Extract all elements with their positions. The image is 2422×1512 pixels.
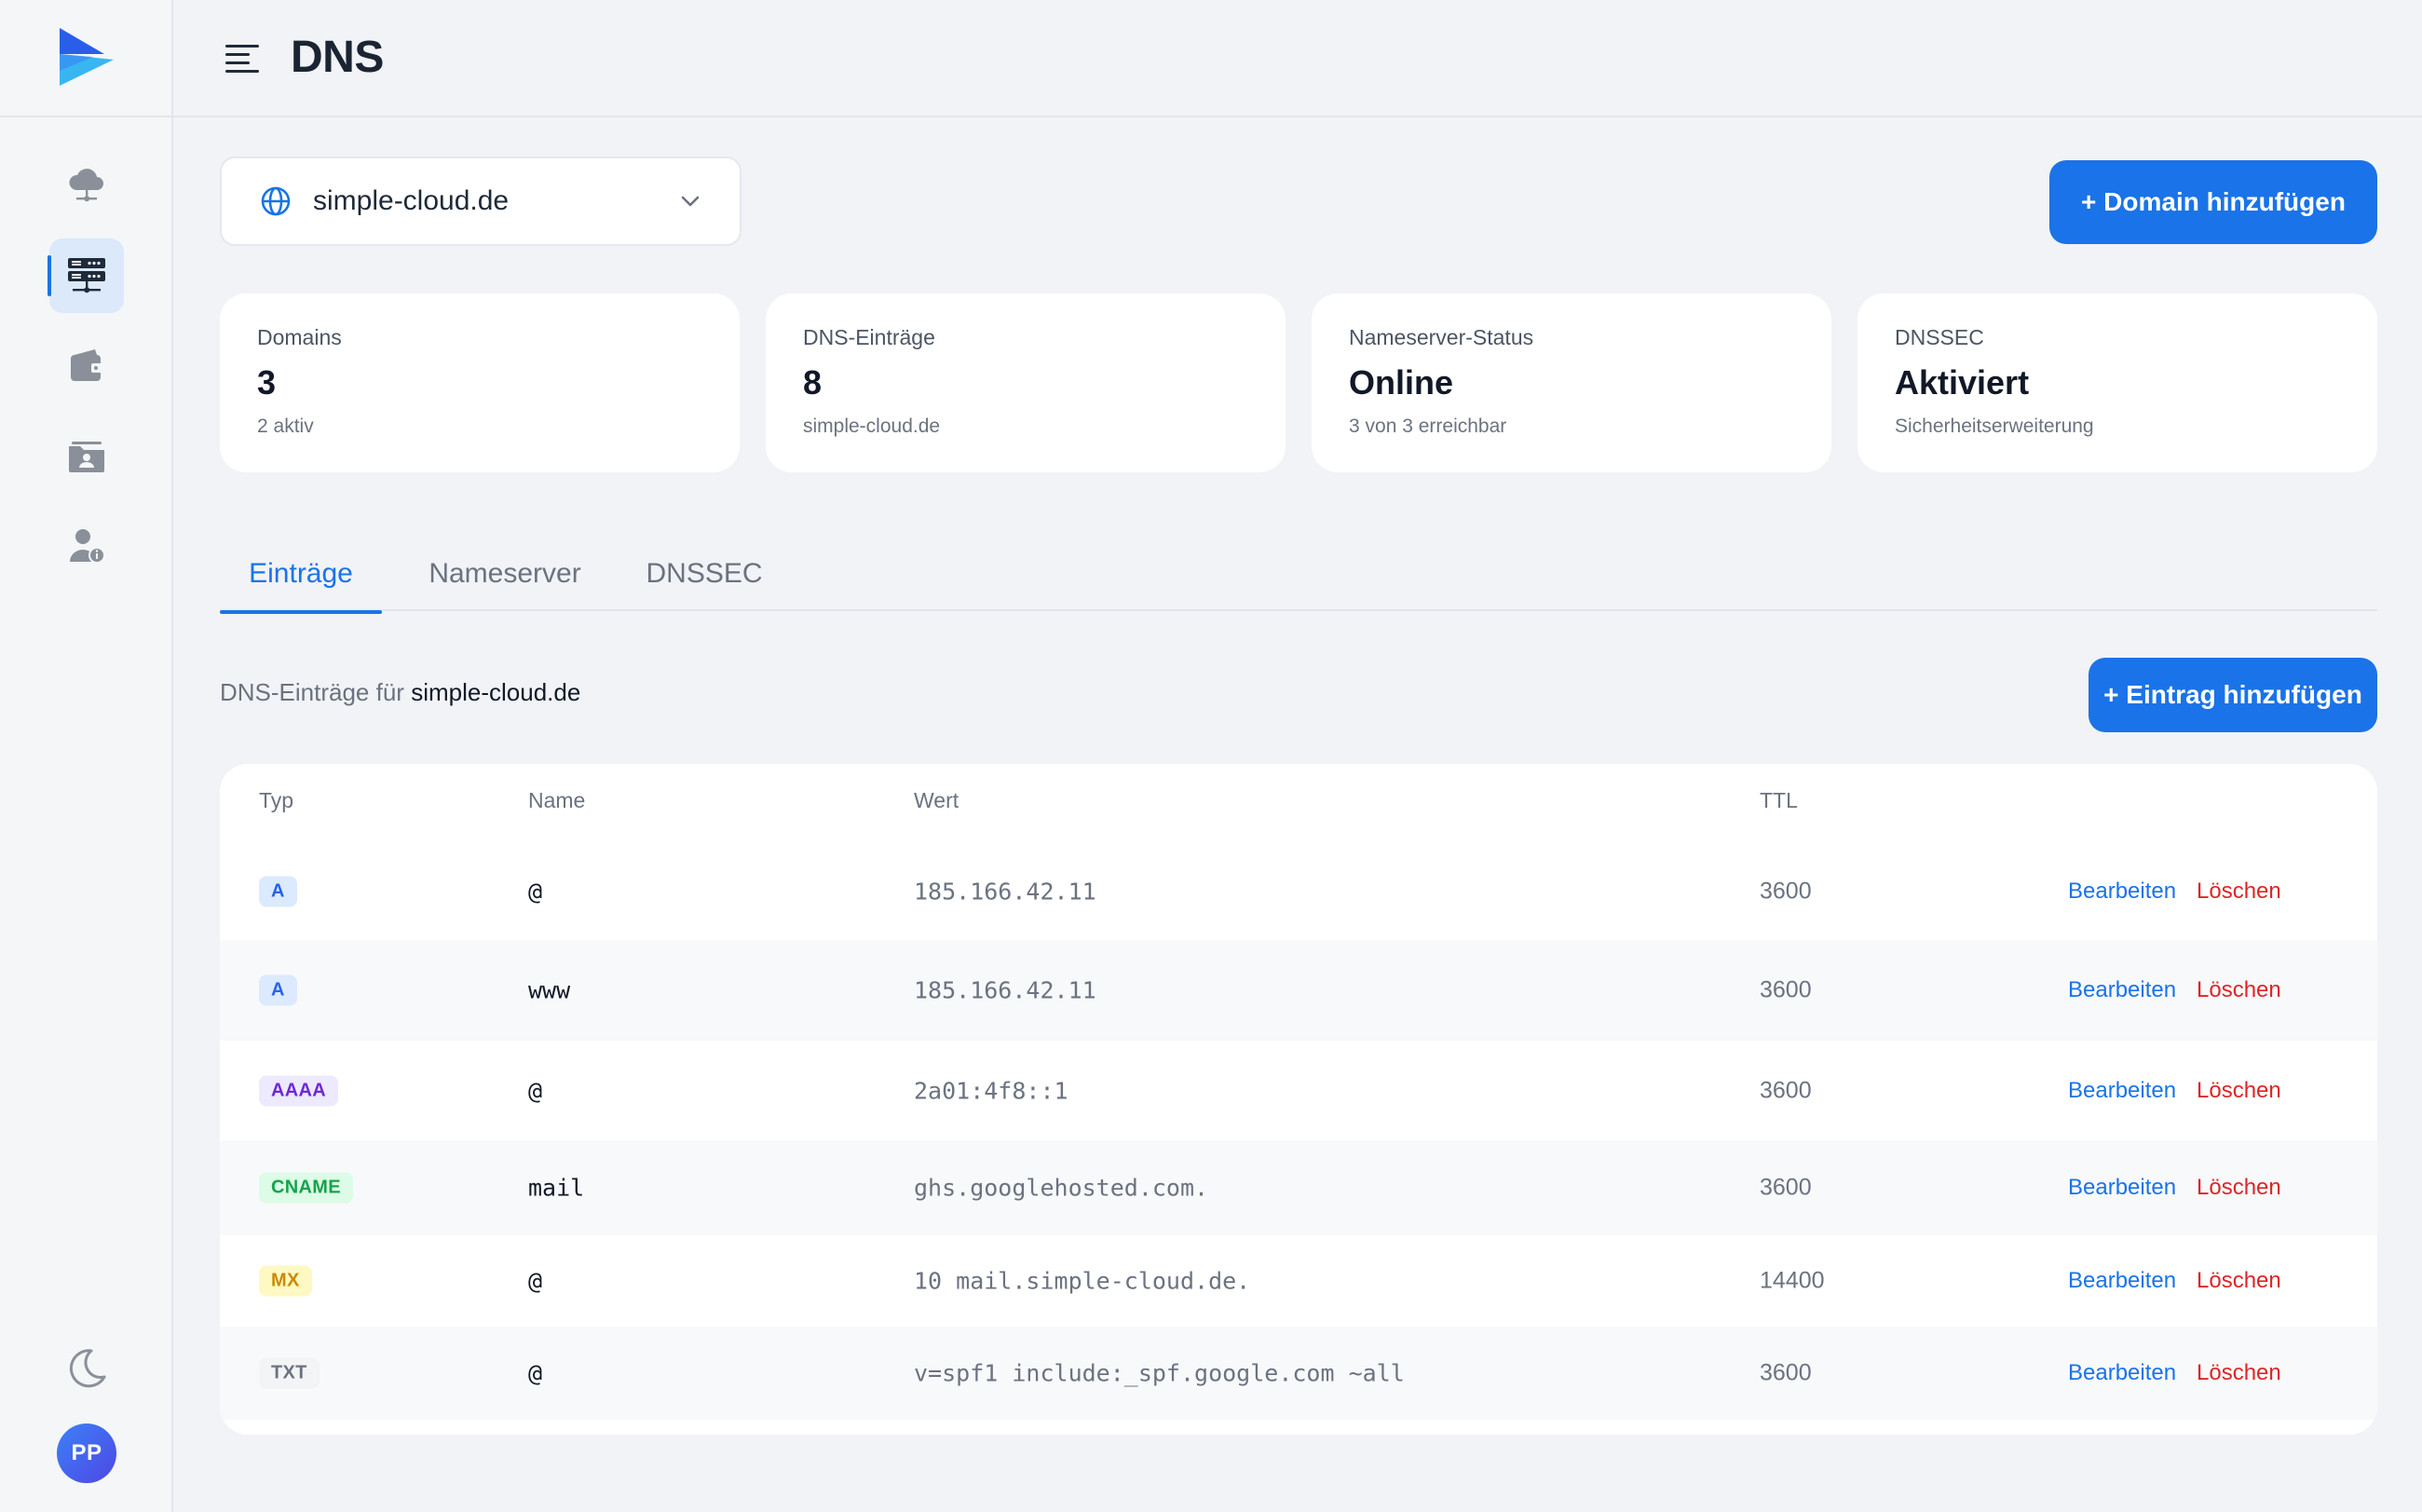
chevron-down-icon — [681, 196, 700, 207]
stat-subtitle: simple-cloud.de — [803, 415, 941, 437]
delete-record-button[interactable]: Löschen — [2197, 1078, 2281, 1104]
record-value: 10 mail.simple-cloud.de. — [914, 1267, 1251, 1295]
stat-label: DNS-Einträge — [803, 325, 935, 349]
sidebar-item-billing[interactable] — [49, 330, 124, 404]
wallet-icon — [71, 349, 102, 381]
column-header-name: Name — [528, 788, 586, 812]
menu-icon — [225, 45, 259, 73]
add-domain-button[interactable]: + Domain hinzufügen — [2049, 160, 2377, 244]
edit-record-button[interactable]: Bearbeiten — [2068, 1360, 2176, 1386]
stat-card-nameserver-status: Nameserver-Status Online 3 von 3 erreich… — [1312, 293, 1831, 472]
theme-toggle[interactable] — [61, 1343, 112, 1394]
column-header-value: Wert — [914, 788, 959, 812]
edit-record-button[interactable]: Bearbeiten — [2068, 1268, 2176, 1294]
moon-icon — [69, 1349, 106, 1388]
table-row: AAAA @2a01:4f8::1 3600 Bearbeiten Löschen — [220, 1041, 2377, 1140]
record-name: mail — [528, 1174, 585, 1202]
table-row: CNAME mail ghs.googlehosted.com. 3600 Bearbe… — [220, 1140, 2377, 1235]
record-name: @ — [528, 878, 543, 905]
edit-record-button[interactable]: Bearbeiten — [2068, 1078, 2176, 1104]
tab-entries[interactable]: Einträge — [220, 537, 382, 614]
edit-record-button[interactable]: Bearbeiten — [2068, 879, 2176, 905]
record-type-badge: CNAME — [259, 1172, 353, 1204]
stat-value: Online — [1349, 363, 1454, 402]
stat-value: Aktiviert — [1895, 363, 2030, 402]
sidebar-item-cloud[interactable] — [49, 147, 124, 222]
stat-subtitle: 2 aktiv — [257, 415, 314, 437]
domain-select[interactable]: simple-cloud.de — [220, 157, 742, 246]
record-type-badge: TXT — [259, 1357, 320, 1389]
sidebar-divider — [0, 116, 173, 117]
record-name: @ — [528, 1077, 543, 1104]
record-type-badge: MX — [259, 1265, 312, 1297]
logo-icon — [60, 28, 114, 86]
record-name: @ — [528, 1267, 543, 1295]
table-row: Awww 185.166.42.11 3600 Bearbeiten Löschen — [220, 940, 2377, 1041]
globe-icon — [261, 186, 291, 216]
stat-label: DNSSEC — [1895, 325, 1984, 349]
dns-records-table: Typ Name Wert TTL A @185.166.42.11 3600 Bea… — [220, 764, 2377, 1435]
table-row: MX @10 mail.simple-cloud.de. 14400 Bearbeit… — [220, 1235, 2377, 1327]
menu-toggle-button[interactable] — [222, 37, 263, 78]
record-ttl: 14400 — [1760, 1267, 1825, 1294]
folder-contacts-icon — [69, 442, 104, 472]
record-ttl: 3600 — [1760, 878, 1812, 904]
sidebar-item-contacts[interactable] — [49, 419, 124, 494]
record-value: 185.166.42.11 — [914, 976, 1096, 1004]
record-value: v=spf1 include:_spf.google.com ~all — [914, 1359, 1405, 1387]
stat-label: Domains — [257, 325, 342, 349]
page-title: DNS — [291, 33, 384, 82]
delete-record-button[interactable]: Löschen — [2197, 977, 2281, 1003]
table-row: A @185.166.42.11 3600 Bearbeiten Löschen — [220, 842, 2377, 940]
delete-record-button[interactable]: Löschen — [2197, 1268, 2281, 1294]
record-ttl: 3600 — [1760, 1174, 1812, 1201]
stat-value: 8 — [803, 363, 823, 402]
server-rack-icon — [68, 258, 105, 293]
user-info-icon — [70, 529, 105, 564]
sidebar-item-dns[interactable] — [48, 238, 124, 313]
column-header-type: Typ — [259, 788, 294, 812]
top-header: DNS — [173, 0, 2422, 117]
record-name: www — [528, 976, 571, 1004]
delete-record-button[interactable]: Löschen — [2197, 1175, 2281, 1201]
record-value: 2a01:4f8::1 — [914, 1077, 1068, 1104]
section-caption: DNS-Einträge für simple-cloud.de — [220, 678, 580, 707]
delete-record-button[interactable]: Löschen — [2197, 1360, 2281, 1386]
record-value: 185.166.42.11 — [914, 878, 1096, 905]
stat-subtitle: Sicherheitserweiterung — [1895, 415, 2094, 437]
tab-nameserver[interactable]: Nameserver — [406, 537, 604, 611]
record-type-badge: AAAA — [259, 1075, 338, 1106]
record-type-badge: A — [259, 974, 297, 1006]
stat-card-dns-entries: DNS-Einträge 8 simple-cloud.de — [766, 293, 1286, 472]
tab-bar: Einträge Nameserver DNSSEC — [220, 537, 2377, 614]
delete-record-button[interactable]: Löschen — [2197, 879, 2281, 905]
domain-select-value: simple-cloud.de — [313, 185, 510, 216]
section-caption-prefix: DNS-Einträge für — [220, 678, 404, 706]
stat-card-dnssec: DNSSEC Aktiviert Sicherheitserweiterung — [1857, 293, 2377, 472]
sidebar-item-account[interactable] — [49, 509, 124, 583]
table-header: Typ Name Wert TTL — [220, 764, 2377, 837]
stat-value: 3 — [257, 363, 277, 402]
stat-card-domains: Domains 3 2 aktiv — [220, 293, 740, 472]
stat-label: Nameserver-Status — [1349, 325, 1534, 349]
record-type-badge: A — [259, 876, 297, 906]
record-ttl: 3600 — [1760, 1077, 1812, 1103]
record-ttl: 3600 — [1760, 976, 1812, 1003]
add-entry-button[interactable]: + Eintrag hinzufügen — [2089, 658, 2377, 732]
column-header-ttl: TTL — [1760, 788, 1798, 812]
sidebar: PP — [0, 0, 173, 1512]
cloud-network-icon — [69, 169, 103, 202]
record-ttl: 3600 — [1760, 1359, 1812, 1386]
record-value: ghs.googlehosted.com. — [914, 1174, 1209, 1202]
tab-dnssec[interactable]: DNSSEC — [628, 537, 781, 611]
edit-record-button[interactable]: Bearbeiten — [2068, 977, 2176, 1003]
record-name: @ — [528, 1359, 543, 1387]
edit-record-button[interactable]: Bearbeiten — [2068, 1175, 2176, 1201]
section-caption-domain: simple-cloud.de — [411, 678, 581, 706]
stat-subtitle: 3 von 3 erreichbar — [1349, 415, 1507, 437]
table-row: TXT @ v=spf1 include:_spf.google.com ~all 3… — [220, 1327, 2377, 1420]
avatar[interactable]: PP — [57, 1423, 116, 1483]
app-logo[interactable] — [56, 26, 116, 88]
